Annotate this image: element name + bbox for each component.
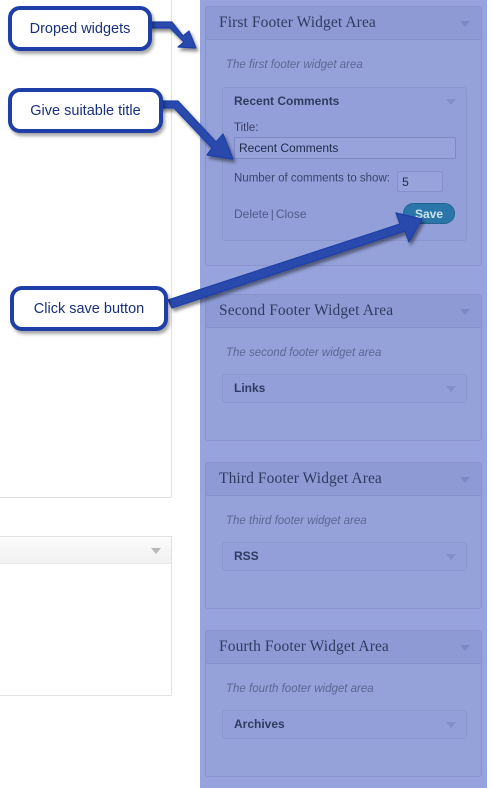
widget-area-description: The first footer widget area (226, 59, 363, 71)
chevron-down-icon[interactable] (460, 21, 470, 27)
comments-count-row: Number of comments to show: (234, 171, 455, 192)
footer-widget-areas-column: First Footer Widget Area The first foote… (200, 0, 487, 788)
widget-header[interactable]: Links (223, 375, 466, 402)
delete-widget-link[interactable]: Delete (234, 207, 269, 221)
chevron-down-icon[interactable] (446, 722, 456, 728)
widget-area-description: The second footer widget area (226, 347, 382, 359)
widget-area-fourth[interactable]: Fourth Footer Widget Area The fourth foo… (205, 630, 482, 777)
widget-links[interactable]: Links (222, 374, 467, 403)
widget-area-header[interactable]: Third Footer Widget Area (206, 463, 481, 496)
chevron-down-icon[interactable] (446, 99, 456, 105)
chevron-down-icon[interactable] (446, 554, 456, 560)
widget-actions: Delete | Close Save (234, 203, 455, 229)
widget-header[interactable]: Archives (223, 711, 466, 738)
annotation-give-suitable-title: Give suitable title (8, 88, 163, 133)
annotation-dropped-widgets: Droped widgets (8, 6, 152, 51)
annotation-text: Click save button (33, 300, 145, 317)
widget-recent-comments[interactable]: Recent Comments Title: Number of comment… (222, 87, 467, 241)
widget-area-title: First Footer Widget Area (219, 14, 376, 31)
title-field-label: Title: (234, 122, 259, 134)
widget-name: RSS (234, 549, 259, 563)
close-widget-link[interactable]: Close (276, 207, 307, 221)
widget-area-first[interactable]: First Footer Widget Area The first foote… (205, 6, 482, 266)
widget-header[interactable]: RSS (223, 543, 466, 570)
widget-rss[interactable]: RSS (222, 542, 467, 571)
annotation-click-save-button: Click save button (10, 286, 168, 331)
chevron-down-icon[interactable] (460, 309, 470, 315)
widget-header[interactable]: Recent Comments (223, 88, 466, 115)
comments-count-label: Number of comments to show: (234, 172, 390, 185)
widget-title-input[interactable] (234, 137, 456, 159)
widget-name: Archives (234, 717, 285, 731)
chevron-down-icon[interactable] (460, 645, 470, 651)
widget-area-header[interactable]: Fourth Footer Widget Area (206, 631, 481, 664)
widget-area-title: Third Footer Widget Area (219, 470, 382, 487)
link-separator: | (270, 207, 274, 221)
chevron-down-icon[interactable] (460, 477, 470, 483)
chevron-down-icon[interactable] (446, 386, 456, 392)
widget-name: Links (234, 381, 266, 395)
widget-archives[interactable]: Archives (222, 710, 467, 739)
chevron-down-icon (151, 548, 161, 554)
widget-area-title: Second Footer Widget Area (219, 302, 394, 319)
widget-name: Recent Comments (234, 94, 340, 108)
widget-area-second[interactable]: Second Footer Widget Area The second foo… (205, 294, 482, 441)
annotation-text: Give suitable title (30, 102, 141, 119)
widget-area-title: Fourth Footer Widget Area (219, 638, 389, 655)
comments-count-input[interactable] (397, 171, 444, 192)
widget-area-header[interactable]: First Footer Widget Area (206, 7, 481, 40)
save-button[interactable]: Save (403, 203, 455, 224)
widget-area-description: The fourth footer widget area (226, 683, 374, 695)
widget-area-header[interactable]: Second Footer Widget Area (206, 295, 481, 328)
background-panel-upper (0, 0, 172, 498)
widget-area-third[interactable]: Third Footer Widget Area The third foote… (205, 462, 482, 609)
widget-area-description: The third footer widget area (226, 515, 367, 527)
annotation-text: Droped widgets (29, 20, 131, 37)
background-panel-lower-header[interactable] (0, 536, 172, 564)
widget-settings-form: Title: Number of comments to show: Delet… (223, 115, 466, 240)
